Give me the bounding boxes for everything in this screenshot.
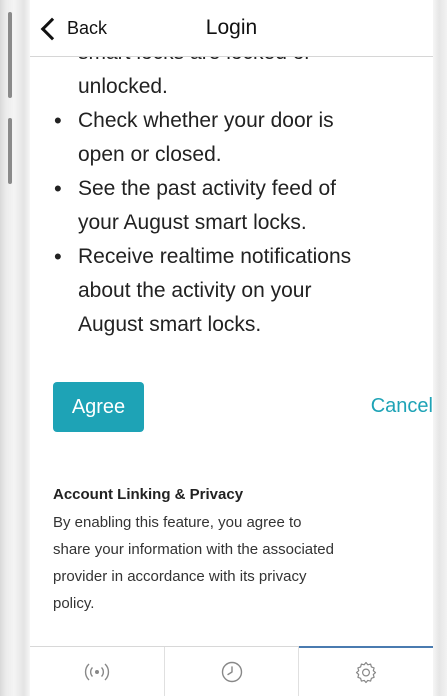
permission-line: August smart locks. [78,313,262,336]
permission-line: open or closed. [78,143,222,166]
privacy-title: Account Linking & Privacy [53,486,244,503]
tab-bar [30,646,433,696]
permission-item-activity-feed: See the past activity feed of your Augus… [52,172,398,240]
screen: smart locks are locked or unlocked. Chec… [30,0,433,696]
device-frame-left [0,0,30,696]
privacy-line: provider in accordance with its privacy [53,568,307,585]
nav-bar: Back Login [30,0,433,57]
page-title: Login [205,16,258,39]
privacy-line: share your information with the associat… [53,541,334,558]
permission-list: Check whether your door is open or close… [30,104,433,342]
agree-button[interactable]: Agree [53,382,144,432]
device-side-button-upper [8,12,12,98]
permission-line: Check whether your door is [78,109,334,132]
permission-line: Receive realtime notifications [78,245,352,268]
tab-devices[interactable] [30,647,165,696]
broadcast-icon [84,663,109,681]
permissions-content: smart locks are locked or unlocked. Chec… [30,36,433,342]
device-side-button-lower [8,118,12,184]
consent-actions: Agree Cancel [53,382,433,432]
permission-item-door-status: Check whether your door is open or close… [52,104,398,172]
privacy-text: By enabling this feature, you agree to s… [53,509,415,617]
cancel-button[interactable]: Cancel [371,395,433,418]
device-frame-right [433,0,447,696]
privacy-section: Account Linking & Privacy By enabling th… [53,486,415,617]
permission-line: your August smart locks. [78,211,307,234]
tab-settings[interactable] [299,646,433,696]
gear-icon [356,661,377,684]
privacy-line: By enabling this feature, you agree to [53,514,302,531]
history-icon [221,661,242,683]
bullet-1-continuation: unlocked. [78,75,168,98]
permission-line: See the past activity feed of [78,177,336,200]
tab-history[interactable] [165,647,300,696]
permission-line: about the activity on your [78,279,312,302]
permission-item-notifications: Receive realtime notifications about the… [52,240,398,342]
privacy-line: policy. [53,595,95,612]
